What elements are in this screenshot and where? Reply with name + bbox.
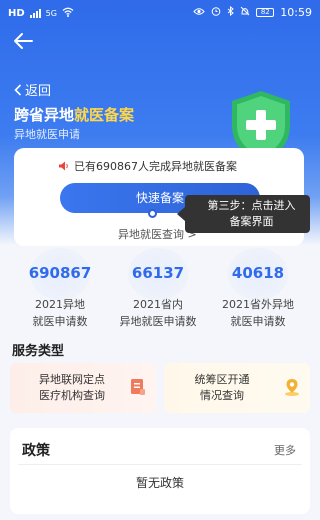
return-link[interactable]: 返回	[14, 80, 51, 99]
battery-icon: 82	[256, 8, 275, 17]
title-accent: 就医备案	[74, 106, 135, 124]
policy-title: 政策	[22, 443, 50, 459]
bluetooth-icon	[227, 5, 235, 19]
policy-more-link[interactable]: 更多	[274, 442, 296, 458]
stat-label-line: 2021省内	[133, 298, 183, 311]
service-label-line: 情况查询	[200, 389, 244, 402]
signal-icon	[29, 9, 41, 18]
location-icon	[282, 377, 302, 397]
service-label: 异地联网定点 医疗机构查询	[22, 372, 122, 404]
return-label: 返回	[25, 84, 52, 99]
service-card-institution-query[interactable]: 异地联网定点 医疗机构查询	[10, 363, 156, 413]
divider	[18, 464, 302, 465]
page-subtitle: 异地就医申请	[14, 128, 80, 141]
stat-label-line: 2021省外异地	[222, 298, 294, 311]
stat-label-line: 就医申请数	[230, 315, 286, 328]
document-icon	[128, 377, 148, 397]
service-label: 统筹区开通 情况查询	[172, 372, 272, 404]
notice-text: 已有690867人完成异地就医备案	[74, 160, 237, 173]
stat-label-line: 异地就医申请数	[119, 315, 197, 328]
speaker-icon	[59, 161, 68, 171]
status-bar: HD 5G 82 10:59	[0, 0, 320, 26]
clock-time: 10:59	[280, 6, 312, 19]
network-label: 5G	[45, 9, 57, 18]
stat-label-line: 就医申请数	[32, 315, 88, 328]
eye-icon	[193, 7, 205, 19]
stat-label-out-province: 2021省外异地 就医申请数	[205, 296, 311, 330]
chevron-left-icon	[14, 83, 22, 96]
mute-icon	[240, 6, 250, 19]
service-label-line: 统筹区开通	[194, 373, 250, 386]
service-label-line: 医疗机构查询	[39, 389, 105, 402]
tooltip-line-2: 备案界面	[229, 215, 274, 228]
service-card-coordination-query[interactable]: 统筹区开通 情况查询	[164, 363, 310, 413]
alarm-icon	[211, 6, 221, 19]
policy-panel	[10, 428, 310, 514]
stat-value-in-province: 66137	[131, 264, 185, 282]
stat-value-total: 690867	[28, 264, 92, 282]
page-title: 跨省异地就医备案	[14, 104, 134, 125]
title-prefix: 跨省异地	[14, 106, 75, 124]
services-section-title: 服务类型	[12, 344, 65, 359]
service-label-line: 异地联网定点	[39, 373, 105, 386]
carrier-label: HD	[8, 8, 25, 19]
notice-bar: 已有690867人完成异地就医备案	[58, 158, 237, 174]
guide-tooltip: 第三步：点击进入 备案界面	[177, 195, 310, 233]
policy-empty-text: 暂无政策	[135, 476, 184, 490]
stat-label-line: 2021异地	[35, 298, 85, 311]
tooltip-line-1: 第三步：点击进入	[207, 199, 296, 212]
stat-value-out-province: 40618	[231, 264, 285, 282]
wifi-icon	[62, 7, 74, 20]
stat-label-total: 2021异地 就医申请数	[7, 296, 113, 330]
back-arrow-icon[interactable]	[12, 30, 34, 52]
guide-dot	[148, 209, 157, 218]
stat-label-in-province: 2021省内 异地就医申请数	[105, 296, 211, 330]
